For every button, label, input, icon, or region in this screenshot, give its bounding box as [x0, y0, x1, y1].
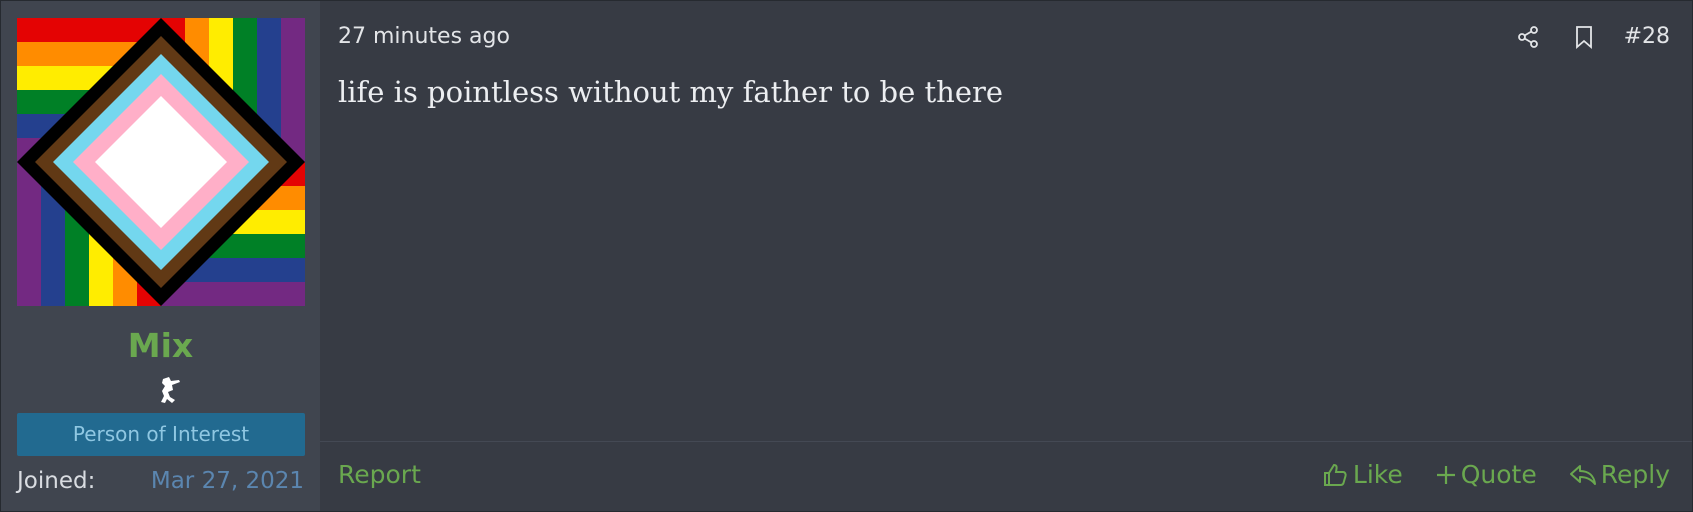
post-footer: Report Like Quote Reply: [320, 441, 1692, 511]
joined-label: Joined:: [17, 468, 96, 494]
quote-button[interactable]: Quote: [1435, 456, 1537, 494]
user-info-panel: Mix Person of Interest Joined: Mar 27, 2…: [1, 1, 320, 511]
joined-date: Mar 27, 2021: [150, 468, 304, 494]
plus-icon: [1435, 464, 1457, 486]
quote-label: Quote: [1460, 460, 1537, 489]
thumbs-up-icon: [1321, 461, 1349, 489]
like-label: Like: [1352, 460, 1403, 489]
bookmark-icon[interactable]: [1568, 21, 1600, 53]
reply-button[interactable]: Reply: [1569, 456, 1670, 494]
reply-icon: [1569, 462, 1597, 488]
avatar[interactable]: [17, 18, 305, 306]
post-header-actions: #28: [1512, 21, 1670, 53]
post-content-area: 27 minutes ago #28 life is pointless wit…: [320, 1, 1692, 511]
post-number-link[interactable]: #28: [1624, 21, 1670, 53]
reply-label: Reply: [1600, 460, 1670, 489]
share-icon[interactable]: [1512, 21, 1544, 53]
username[interactable]: Mix: [1, 323, 320, 369]
user-badge-icon: [153, 373, 187, 407]
user-title-badge: Person of Interest: [17, 413, 305, 456]
post-actions: Like Quote Reply: [1321, 456, 1670, 494]
forum-post: Mix Person of Interest Joined: Mar 27, 2…: [0, 0, 1693, 512]
report-link[interactable]: Report: [338, 456, 421, 494]
post-message: life is pointless without my father to b…: [338, 75, 1004, 109]
like-button[interactable]: Like: [1321, 456, 1403, 494]
post-timestamp[interactable]: 27 minutes ago: [338, 21, 510, 53]
